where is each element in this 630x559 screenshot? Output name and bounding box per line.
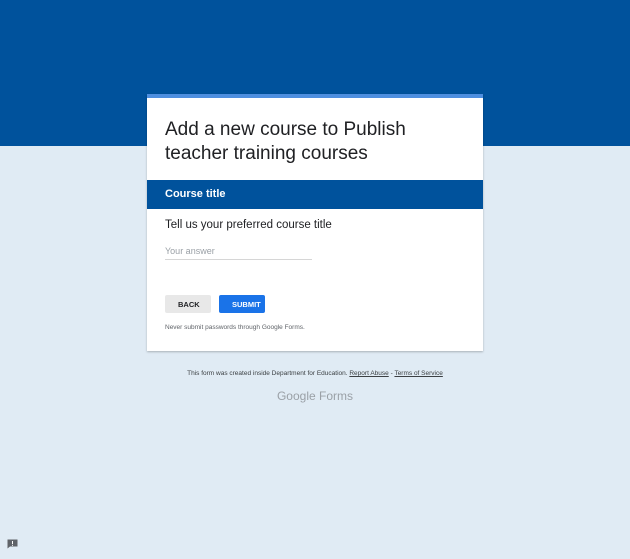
forms-logo-text: Forms xyxy=(319,389,354,403)
section-header: Course title xyxy=(147,180,483,209)
report-feedback-icon[interactable] xyxy=(7,539,18,549)
question-block: Tell us your preferred course title xyxy=(147,209,483,260)
question-label: Tell us your preferred course title xyxy=(165,219,332,231)
submit-button[interactable]: SUBMIT xyxy=(219,295,265,313)
password-disclaimer: Never submit passwords through Google Fo… xyxy=(165,324,305,331)
terms-of-service-link[interactable]: Terms of Service xyxy=(394,370,442,377)
google-logo-text: Google xyxy=(276,389,316,403)
form-buttons: BACK SUBMIT xyxy=(147,260,483,313)
form-title: Add a new course to Publish teacher trai… xyxy=(165,119,406,164)
form-card: Add a new course to Publish teacher trai… xyxy=(147,94,483,351)
footer-created-text: This form was created inside Department … xyxy=(187,370,348,377)
footer: This form was created inside Department … xyxy=(0,370,630,377)
back-button[interactable]: BACK xyxy=(165,295,211,313)
google-forms-logo[interactable]: Google Forms xyxy=(0,389,630,403)
report-abuse-link[interactable]: Report Abuse xyxy=(349,370,388,377)
course-title-input[interactable] xyxy=(165,244,312,260)
footer-separator: - xyxy=(390,370,393,377)
